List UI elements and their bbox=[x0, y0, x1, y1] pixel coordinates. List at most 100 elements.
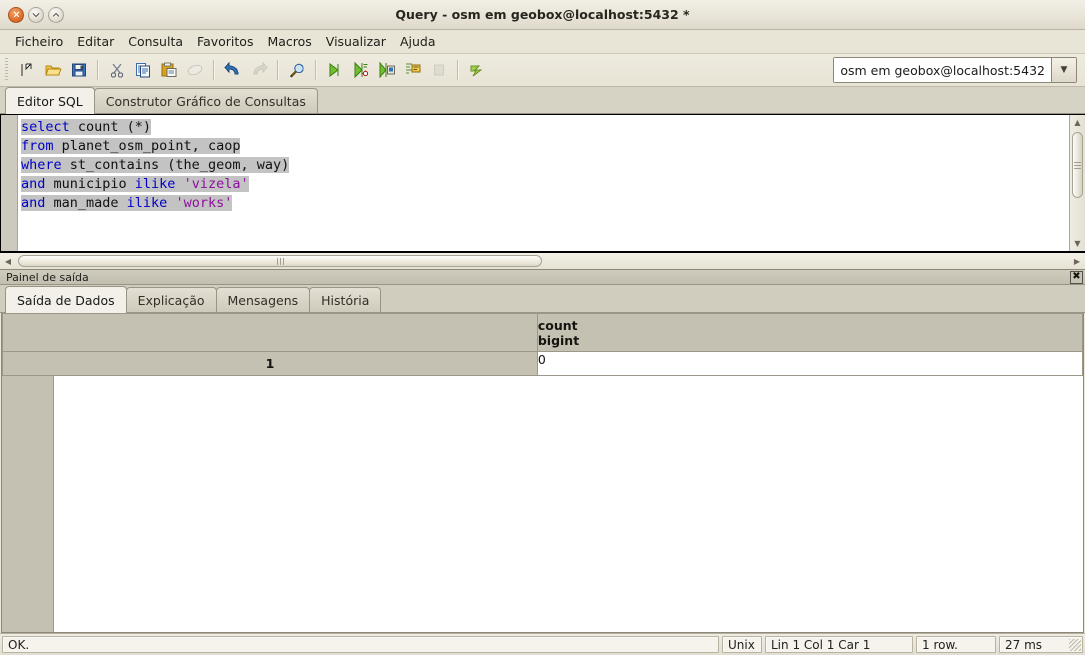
connection-combo-value: osm em geobox@localhost:5432 bbox=[834, 58, 1051, 82]
toolbar-drag-handle[interactable] bbox=[2, 58, 11, 82]
column-header-count[interactable]: count bigint bbox=[536, 313, 1083, 352]
status-eol-format: Unix bbox=[722, 636, 762, 653]
clear-window-icon bbox=[182, 57, 208, 83]
scroll-thumb-grip-icon bbox=[1074, 161, 1081, 169]
table-header-row: count bigint bbox=[2, 313, 1083, 352]
editor-gutter bbox=[1, 115, 18, 251]
connection-combo[interactable]: osm em geobox@localhost:5432 ▼ bbox=[833, 57, 1077, 83]
close-icon[interactable]: ✖ bbox=[1070, 270, 1083, 284]
window-controls bbox=[8, 6, 64, 23]
sql-selection: and municipio ilike 'vizela' bbox=[21, 176, 249, 192]
editor-tabstrip: Editor SQL Construtor Gráfico de Consult… bbox=[0, 87, 1085, 114]
sql-token: planet_osm_point, caop bbox=[53, 138, 241, 154]
sql-token: count (*) bbox=[69, 119, 152, 135]
toolbar: osm em geobox@localhost:5432 ▼ bbox=[0, 54, 1085, 87]
paste-icon[interactable] bbox=[156, 57, 182, 83]
scroll-left-icon[interactable]: ◀ bbox=[0, 253, 16, 269]
sql-token: 'vizela' bbox=[183, 176, 249, 192]
close-button[interactable] bbox=[8, 6, 24, 23]
save-file-icon[interactable] bbox=[66, 57, 92, 83]
sql-editor[interactable]: select count (*) from planet_osm_point, c… bbox=[0, 114, 1085, 252]
status-bar: OK. Unix Lin 1 Col 1 Car 1 1 row. 27 ms bbox=[0, 633, 1085, 655]
cell-count-value[interactable]: 0 bbox=[536, 351, 1083, 376]
scroll-up-icon[interactable]: ▲ bbox=[1070, 115, 1085, 130]
sql-line: where st_contains (the_geom, way) bbox=[21, 156, 1069, 175]
undo-icon[interactable] bbox=[220, 57, 246, 83]
grid-blank-space bbox=[54, 376, 1083, 632]
table-row[interactable]: 1 0 bbox=[2, 351, 1083, 376]
editor-vertical-scrollbar[interactable]: ▲ ▼ bbox=[1069, 115, 1085, 251]
menu-item-ficheiro[interactable]: Ficheiro bbox=[8, 32, 70, 51]
scroll-down-icon[interactable]: ▼ bbox=[1070, 236, 1085, 251]
row-header-number[interactable]: 1 bbox=[2, 351, 538, 376]
tab-history-label: História bbox=[321, 292, 370, 308]
menu-item-visualizar[interactable]: Visualizar bbox=[319, 32, 393, 51]
editor-vscroll-thumb[interactable] bbox=[1072, 132, 1083, 198]
sql-line: and man_made ilike 'works' bbox=[21, 194, 1069, 213]
status-row-count: 1 row. bbox=[916, 636, 996, 653]
tab-messages[interactable]: Mensagens bbox=[215, 287, 311, 312]
status-elapsed-time: 27 ms bbox=[999, 636, 1083, 653]
sql-line: select count (*) bbox=[21, 118, 1069, 137]
tab-explain[interactable]: Explicação bbox=[125, 287, 217, 312]
chevron-down-icon[interactable]: ▼ bbox=[1051, 58, 1076, 82]
tab-explain-label: Explicação bbox=[137, 292, 205, 308]
sql-editor-text[interactable]: select count (*) from planet_osm_point, c… bbox=[18, 115, 1069, 251]
toolbar-separator bbox=[97, 60, 99, 80]
sql-token: and bbox=[21, 176, 46, 192]
copy-icon[interactable] bbox=[130, 57, 156, 83]
find-replace-icon[interactable] bbox=[284, 57, 310, 83]
sql-token: where bbox=[21, 157, 62, 173]
maximize-button[interactable] bbox=[48, 6, 64, 23]
menu-item-consulta[interactable]: Consulta bbox=[121, 32, 190, 51]
sql-token: and bbox=[21, 195, 46, 211]
status-cursor-position: Lin 1 Col 1 Car 1 bbox=[765, 636, 913, 653]
minimize-button[interactable] bbox=[28, 6, 44, 23]
tab-query-builder-label: Construtor Gráfico de Consultas bbox=[105, 93, 306, 109]
execute-to-file-icon[interactable] bbox=[374, 57, 400, 83]
tab-query-builder[interactable]: Construtor Gráfico de Consultas bbox=[93, 88, 318, 113]
data-output-grid[interactable]: count bigint 1 0 bbox=[1, 313, 1084, 633]
sql-token: st_contains (the_geom, way) bbox=[61, 157, 290, 173]
open-file-icon[interactable] bbox=[40, 57, 66, 83]
menu-item-macros[interactable]: Macros bbox=[260, 32, 318, 51]
tab-history[interactable]: História bbox=[309, 287, 382, 312]
editor-hscroll-track[interactable] bbox=[16, 253, 1069, 269]
menu-item-favoritos[interactable]: Favoritos bbox=[190, 32, 260, 51]
sql-token: ilike bbox=[126, 195, 168, 211]
scroll-right-icon[interactable]: ▶ bbox=[1069, 253, 1085, 269]
toolbar-separator bbox=[213, 60, 215, 80]
sql-selection: where st_contains (the_geom, way) bbox=[21, 157, 290, 173]
tab-messages-label: Mensagens bbox=[227, 292, 299, 308]
tab-editor-sql-label: Editor SQL bbox=[17, 93, 83, 109]
cut-icon[interactable] bbox=[104, 57, 130, 83]
column-header-type: bigint bbox=[537, 332, 580, 348]
explain-query-icon[interactable] bbox=[400, 57, 426, 83]
tab-editor-sql[interactable]: Editor SQL bbox=[5, 87, 95, 114]
menu-item-editar[interactable]: Editar bbox=[70, 32, 121, 51]
output-panel-title: Painel de saída bbox=[6, 270, 89, 284]
redo-icon bbox=[246, 57, 272, 83]
cancel-query-icon bbox=[426, 57, 452, 83]
execute-query-icon[interactable] bbox=[322, 57, 348, 83]
sql-token: ilike bbox=[134, 176, 176, 192]
editor-hscroll-thumb[interactable] bbox=[18, 255, 542, 267]
scroll-thumb-grip-icon bbox=[276, 257, 284, 265]
execute-pgscript-icon[interactable] bbox=[348, 57, 374, 83]
window-resize-grip[interactable] bbox=[1069, 639, 1081, 651]
explain-options-icon[interactable] bbox=[464, 57, 490, 83]
toolbar-separator bbox=[457, 60, 459, 80]
sql-token: man_made bbox=[45, 195, 127, 211]
sql-selection: from planet_osm_point, caop bbox=[21, 138, 241, 154]
sql-token: from bbox=[21, 138, 54, 154]
menu-item-ajuda[interactable]: Ajuda bbox=[393, 32, 443, 51]
editor-horizontal-scrollbar[interactable]: ◀ ▶ bbox=[0, 252, 1085, 269]
editor-vscroll-track[interactable] bbox=[1070, 130, 1085, 236]
tab-data-output[interactable]: Saída de Dados bbox=[5, 286, 127, 313]
grid-rowheader-column bbox=[2, 376, 54, 632]
sql-token: municipio bbox=[45, 176, 135, 192]
sql-token: 'works' bbox=[175, 195, 233, 211]
new-query-icon[interactable] bbox=[14, 57, 40, 83]
grid-corner-cell[interactable] bbox=[2, 313, 538, 352]
menu-bar: Ficheiro Editar Consulta Favoritos Macro… bbox=[0, 30, 1085, 54]
